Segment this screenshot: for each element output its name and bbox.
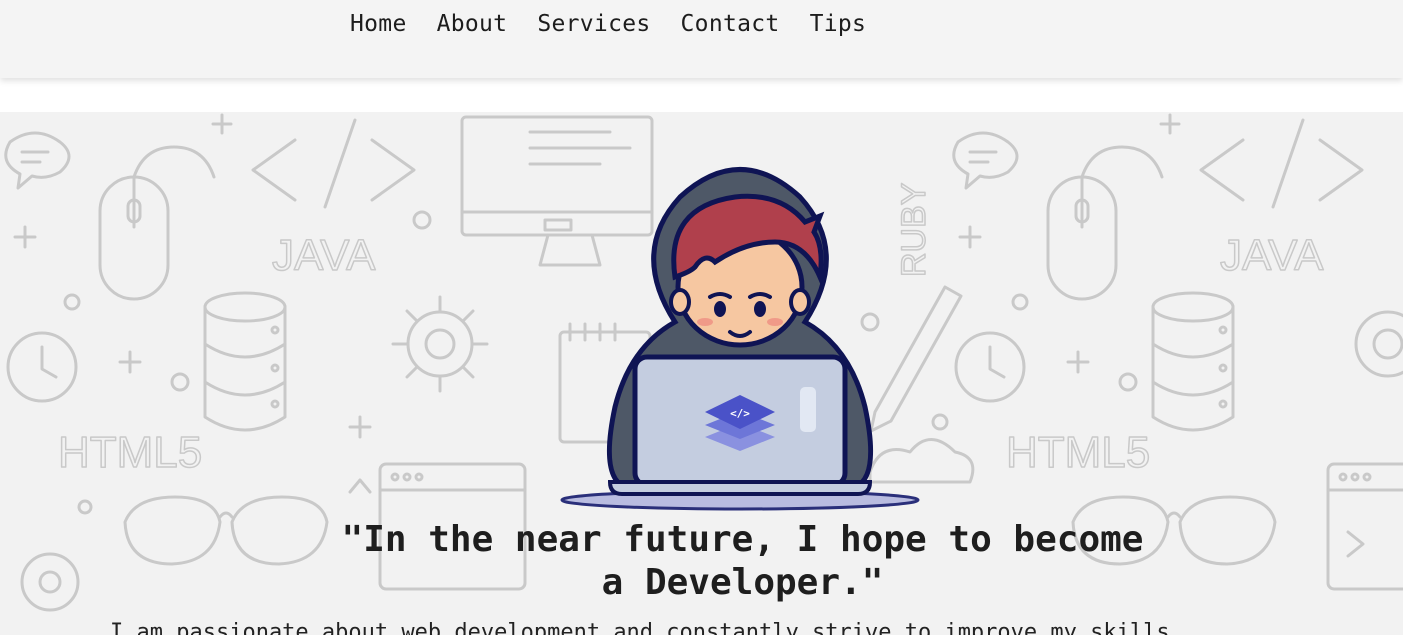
nav-link-about[interactable]: About [437, 11, 508, 37]
hero-section: JAVA HTML5 JAVA HTML5 RUBY </> "In the n… [0, 112, 1403, 635]
svg-text:HTML5: HTML5 [1006, 428, 1150, 477]
hero-quote: "In the near future, I hope to become a … [341, 519, 1144, 603]
svg-text:JAVA: JAVA [272, 231, 376, 280]
nav-link-home[interactable]: Home [350, 11, 407, 37]
nav-links: Home About Services Contact Tips [350, 11, 866, 37]
hero-intro-text: I am passionate about web development an… [110, 620, 1170, 635]
svg-text:</>: </> [730, 407, 750, 420]
nav-link-services[interactable]: Services [537, 11, 650, 37]
developer-laptop-illustration: </> [560, 167, 920, 511]
nav-link-contact[interactable]: Contact [681, 11, 780, 37]
svg-text:JAVA: JAVA [1220, 231, 1324, 280]
top-navbar: Home About Services Contact Tips [0, 0, 1403, 78]
svg-text:HTML5: HTML5 [58, 428, 202, 477]
nav-link-tips[interactable]: Tips [810, 11, 867, 37]
